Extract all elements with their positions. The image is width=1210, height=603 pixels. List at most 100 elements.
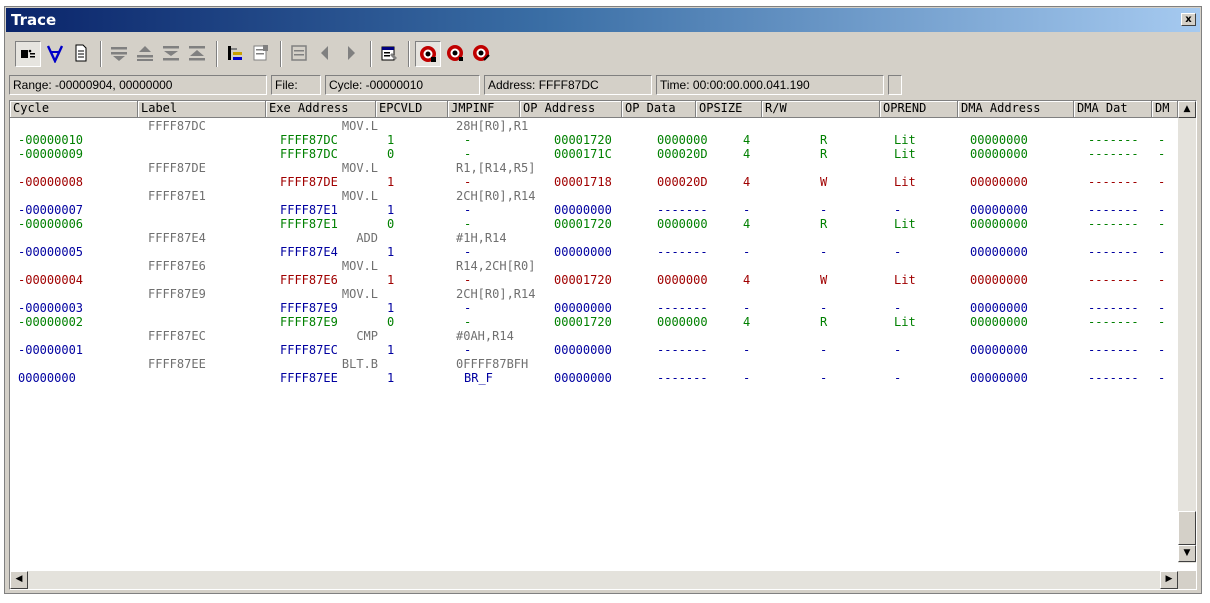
disassembly-row[interactable]: FFFF87E1 MOV.L 2CH[R0],R14 bbox=[10, 189, 1178, 203]
trace-row[interactable]: 00000000 FFFF87EE 1 BR_F 00000000 ------- - - -0… bbox=[10, 371, 1178, 385]
trace-row[interactable]: -00000009 FFFF87DC 0 - 0000171C 000020D 4 R Lit 0… bbox=[10, 147, 1178, 161]
scroll-right-button[interactable]: ▶ bbox=[1160, 571, 1178, 589]
epcvld-cell: 0 bbox=[387, 217, 395, 231]
column-op-address[interactable]: OP Address bbox=[520, 101, 622, 118]
go-bottom-button[interactable] bbox=[185, 41, 211, 67]
label-cell: FFFF87E1 bbox=[148, 189, 206, 203]
acquisition-button[interactable] bbox=[15, 41, 41, 67]
opsize-cell: - bbox=[743, 245, 751, 259]
close-button[interactable]: x bbox=[1181, 13, 1196, 26]
oprend-cell: - bbox=[894, 343, 902, 357]
trace-clear-button[interactable] bbox=[469, 41, 495, 67]
toolbar bbox=[9, 39, 729, 69]
snapshot-button[interactable] bbox=[249, 41, 275, 67]
properties-button[interactable] bbox=[377, 41, 403, 67]
cycle-cell: -00000006 bbox=[18, 217, 84, 231]
title-bar[interactable]: Trace x bbox=[6, 8, 1200, 32]
dma-data-cell: ------- bbox=[1088, 217, 1139, 231]
forward-button[interactable] bbox=[339, 41, 365, 67]
dma-data-cell: ------- bbox=[1088, 175, 1139, 189]
jmpinf-cell: - bbox=[464, 301, 472, 315]
trace-row[interactable]: -00000005 FFFF87E4 1-00000000 ------- - - -000… bbox=[10, 245, 1178, 259]
oprend-cell: Lit bbox=[894, 273, 916, 287]
rw-cell: R bbox=[820, 315, 828, 329]
scroll-up-button[interactable]: ▲ bbox=[1178, 101, 1196, 118]
jmpinf-cell: - bbox=[464, 133, 472, 147]
find-previous-button[interactable] bbox=[133, 41, 159, 67]
trace-stop-button[interactable] bbox=[443, 41, 469, 67]
jmpinf-cell: - bbox=[464, 175, 472, 189]
column-exe-address[interactable]: Exe Address bbox=[266, 101, 376, 118]
dma-data-cell: ------- bbox=[1088, 147, 1139, 161]
dm-cell: - bbox=[1158, 133, 1166, 147]
column-epcvld[interactable]: EPCVLD bbox=[376, 101, 448, 118]
document-button[interactable] bbox=[69, 41, 95, 67]
trace-start-button[interactable] bbox=[415, 41, 441, 67]
epcvld-cell: 1 bbox=[387, 133, 395, 147]
trace-row[interactable]: -00000007 FFFF87E1 1-00000000 ------- - - -000… bbox=[10, 203, 1178, 217]
exe-address-cell: FFFF87E9 bbox=[280, 301, 338, 315]
document-icon bbox=[75, 44, 87, 62]
find-button[interactable] bbox=[107, 41, 133, 67]
cycle-cell: -00000008 bbox=[18, 175, 84, 189]
op-data-cell: ------- bbox=[657, 203, 708, 217]
disassembly-row[interactable]: FFFF87E9 MOV.L 2CH[R0],R14 bbox=[10, 287, 1178, 301]
status-empty-field bbox=[888, 75, 902, 95]
op-address-cell: 00001720 bbox=[554, 133, 612, 147]
column-cycle[interactable]: Cycle bbox=[10, 101, 138, 118]
column-oprend[interactable]: OPREND bbox=[880, 101, 958, 118]
horizontal-scrollbar[interactable]: ◀ ▶ bbox=[10, 571, 1178, 589]
view-button[interactable] bbox=[287, 41, 313, 67]
source-button[interactable] bbox=[223, 41, 249, 67]
column-jmpinf[interactable]: JMPINF bbox=[448, 101, 520, 118]
disassembly-row[interactable]: FFFF87DC MOV.L 28H[R0],R1 bbox=[10, 119, 1178, 133]
trace-row[interactable]: -00000002 FFFF87E9 0 - 00001720 0000000 4 R Lit 0… bbox=[10, 315, 1178, 329]
disassembly-row[interactable]: FFFF87EE BLT.B 0FFFF87BFH bbox=[10, 357, 1178, 371]
exe-address-cell: FFFF87E4 bbox=[280, 245, 338, 259]
column-rw[interactable]: R/W bbox=[762, 101, 880, 118]
disassembly-row[interactable]: FFFF87DE MOV.L R1,[R14,R5] bbox=[10, 161, 1178, 175]
op-data-cell: ------- bbox=[657, 301, 708, 315]
trace-row[interactable]: -00000003 FFFF87E9 1-00000000 ------- - - -000… bbox=[10, 301, 1178, 315]
trace-row[interactable]: -00000004 FFFF87E6 1 - 00001720 0000000 4 W Lit 0… bbox=[10, 273, 1178, 287]
cycle-cell: -00000009 bbox=[18, 147, 84, 161]
column-op-data[interactable]: OP Data bbox=[622, 101, 696, 118]
op-data-cell: ------- bbox=[657, 343, 708, 357]
column-dm[interactable]: DM bbox=[1152, 101, 1178, 118]
find-icon bbox=[111, 47, 127, 61]
column-opsize[interactable]: OPSIZE bbox=[696, 101, 762, 118]
scroll-thumb[interactable] bbox=[1178, 511, 1196, 545]
trace-list[interactable]: Cycle Label Exe Address EPCVLD JMPINF OP… bbox=[9, 100, 1197, 590]
column-dma-data[interactable]: DMA Dat bbox=[1074, 101, 1152, 118]
properties-icon bbox=[381, 46, 397, 61]
epcvld-cell: 1 bbox=[387, 371, 395, 385]
vertical-scrollbar[interactable]: ▲ ▼ bbox=[1178, 101, 1196, 563]
trace-row[interactable]: -00000001 FFFF87EC 1-00000000 ------- - - -000… bbox=[10, 343, 1178, 357]
disassembly-row[interactable]: FFFF87E6 MOV.L R14,2CH[R0] bbox=[10, 259, 1178, 273]
jmpinf-cell: - bbox=[464, 273, 472, 287]
oprend-cell: - bbox=[894, 245, 902, 259]
disassembly-row[interactable]: FFFF87EC CMP #0AH,R14 bbox=[10, 329, 1178, 343]
epcvld-cell: 0 bbox=[387, 147, 395, 161]
cycle-cell: -00000010 bbox=[18, 133, 84, 147]
trace-row[interactable]: -00000008 FFFF87DE 1 - 00001718 000020D 4 W Lit 0… bbox=[10, 175, 1178, 189]
go-top-button[interactable] bbox=[159, 41, 185, 67]
op-data-cell: 000020D bbox=[657, 147, 708, 161]
trace-row[interactable]: -00000006 FFFF87E1 0 - 00001720 0000000 4 R Lit 0… bbox=[10, 217, 1178, 231]
epcvld-cell: 1 bbox=[387, 273, 395, 287]
disassembly-row[interactable]: FFFF87E4 ADD #1H,R14 bbox=[10, 231, 1178, 245]
rw-cell: - bbox=[820, 371, 828, 385]
dma-address-cell: 00000000 bbox=[970, 133, 1028, 147]
opsize-cell: - bbox=[743, 203, 751, 217]
column-dma-address[interactable]: DMA Address bbox=[958, 101, 1074, 118]
scroll-left-button[interactable]: ◀ bbox=[10, 571, 28, 589]
exe-address-cell: FFFF87EC bbox=[280, 343, 338, 357]
scroll-down-button[interactable]: ▼ bbox=[1178, 545, 1196, 562]
op-address-cell: 00001718 bbox=[554, 175, 612, 189]
dma-data-cell: ------- bbox=[1088, 301, 1139, 315]
filter-button[interactable] bbox=[43, 41, 69, 67]
back-button[interactable] bbox=[313, 41, 339, 67]
mnemonic-cell: CMP bbox=[356, 329, 378, 343]
trace-row[interactable]: -00000010 FFFF87DC 1 - 00001720 0000000 4 R Lit 0… bbox=[10, 133, 1178, 147]
column-label[interactable]: Label bbox=[138, 101, 266, 118]
